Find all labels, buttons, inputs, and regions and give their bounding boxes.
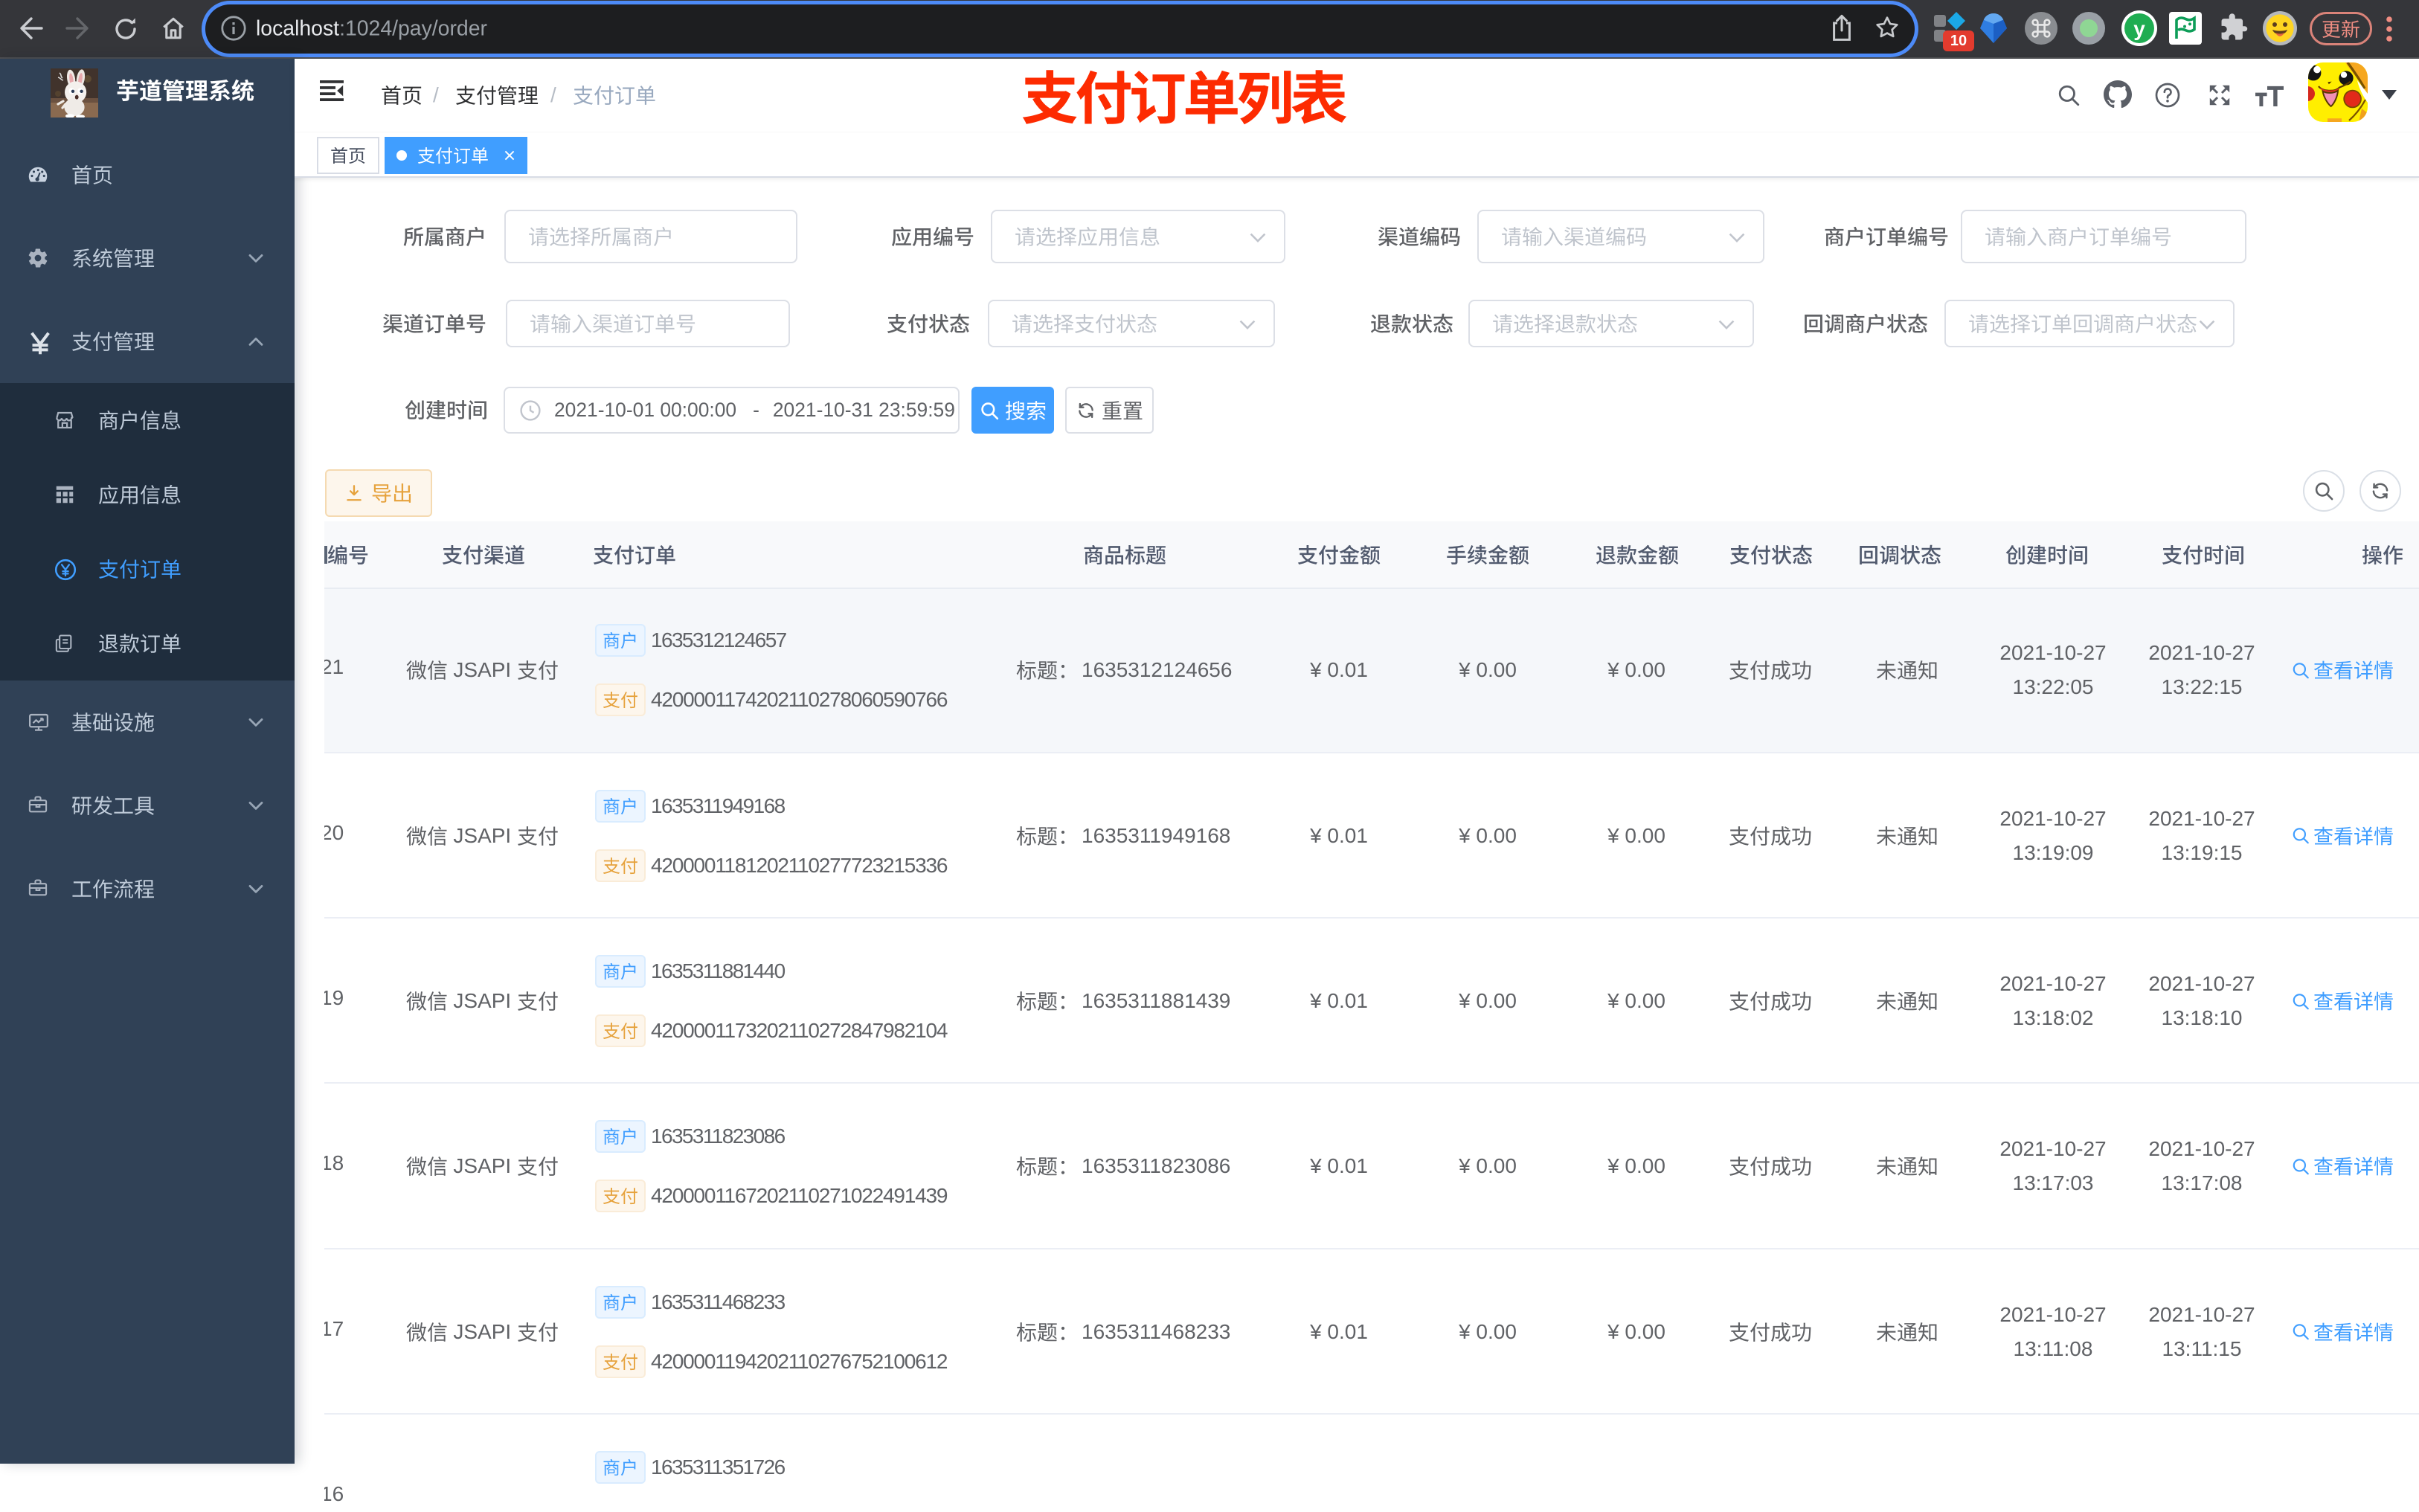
- svg-text:y: y: [2133, 17, 2145, 40]
